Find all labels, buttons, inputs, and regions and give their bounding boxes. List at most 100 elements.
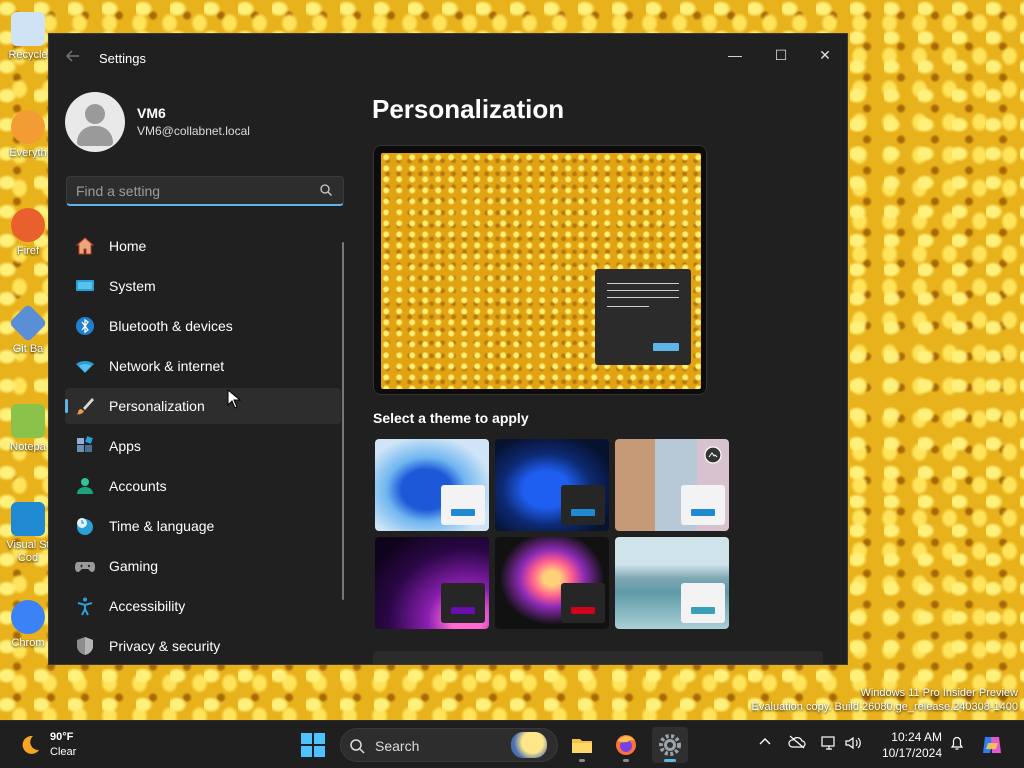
notification-bell-icon[interactable] xyxy=(948,735,966,753)
back-button[interactable] xyxy=(63,48,83,68)
back-arrow-icon xyxy=(66,50,79,62)
running-indicator xyxy=(579,759,585,762)
next-setting-card[interactable] xyxy=(373,651,823,664)
bluetooth-icon xyxy=(76,317,94,335)
avatar xyxy=(65,92,125,152)
clock-globe-icon xyxy=(77,518,93,535)
desktop-icon-label: Git Ba xyxy=(12,343,44,355)
search-icon xyxy=(350,739,365,754)
sidebar-item-system[interactable]: System xyxy=(65,268,341,304)
preview-wallpaper xyxy=(381,153,701,389)
system-clock[interactable]: 10:24 AM 10/17/2024 xyxy=(872,729,942,761)
desktop-icon-firefox[interactable]: Firef xyxy=(4,208,52,257)
mouse-pointer-icon xyxy=(227,389,241,409)
theme-window-sample xyxy=(441,583,485,623)
shield-icon xyxy=(77,637,93,655)
desktop-icon-vscode[interactable]: Visual St Cod xyxy=(4,502,52,565)
settings-search-box[interactable] xyxy=(66,176,344,206)
vscode-icon xyxy=(11,502,45,536)
desktop-icon-notepad[interactable]: Notepa xyxy=(4,404,52,453)
desktop-icon-git-bash[interactable]: Git Ba xyxy=(4,303,52,355)
sidebar-item-accessibility[interactable]: Accessibility xyxy=(65,588,341,624)
firefox-icon xyxy=(11,208,45,242)
sidebar-item-label: Accessibility xyxy=(109,598,186,614)
taskbar-search-box[interactable]: Search xyxy=(340,728,558,762)
recycle-bin-icon xyxy=(11,12,45,46)
theme-accent-bar xyxy=(691,509,715,516)
weather-condition: Clear xyxy=(50,746,77,758)
preview-line xyxy=(607,306,649,307)
sidebar-item-label: Gaming xyxy=(109,558,159,574)
taskbar-search-label: Search xyxy=(375,738,420,754)
search-icon[interactable] xyxy=(319,183,333,197)
windows-start-icon[interactable] xyxy=(297,729,329,761)
sidebar-item-network[interactable]: Network & internet xyxy=(65,348,341,384)
desktop-icon-label: Notepa xyxy=(10,441,46,453)
close-button[interactable]: ✕ xyxy=(805,40,845,70)
home-icon xyxy=(75,237,95,255)
search-highlight-icon xyxy=(511,732,547,758)
desktop-icon-label: Chrom xyxy=(11,637,45,649)
minimize-button[interactable]: — xyxy=(715,40,755,70)
settings-window: Settings — ☐ ✕ VM6 VM6@collabnet.local H… xyxy=(48,33,848,665)
accounts-icon xyxy=(77,478,93,494)
volume-icon[interactable] xyxy=(844,735,862,753)
sidebar-item-label: Personalization xyxy=(109,398,205,414)
theme-preview xyxy=(373,145,707,395)
page-title: Personalization xyxy=(372,94,565,124)
title-bar[interactable]: Settings — ☐ ✕ xyxy=(49,34,847,82)
theme-tile-spotlight[interactable] xyxy=(615,439,729,531)
search-input[interactable] xyxy=(76,182,311,200)
cloud-offline-icon[interactable] xyxy=(788,735,806,753)
taskbar-app-file-explorer[interactable] xyxy=(564,727,600,763)
sidebar-item-bluetooth[interactable]: Bluetooth & devices xyxy=(65,308,341,344)
firefox-icon xyxy=(616,735,636,755)
sidebar-item-privacy-security[interactable]: Privacy & security xyxy=(65,628,341,664)
taskbar-copilot[interactable] xyxy=(974,727,1010,763)
sidebar-item-time-language[interactable]: Time & language xyxy=(65,508,341,544)
desktop-icon-label: Visual St Cod xyxy=(6,539,50,564)
theme-window-sample xyxy=(561,583,605,623)
sidebar-scrollbar[interactable] xyxy=(342,242,344,600)
app-title: Settings xyxy=(99,51,146,66)
sidebar-item-home[interactable]: Home xyxy=(65,228,341,264)
brush-icon xyxy=(76,398,94,415)
system-icon xyxy=(76,280,94,291)
taskbar-app-settings[interactable] xyxy=(652,727,688,763)
theme-tile-windows-light[interactable] xyxy=(375,439,489,531)
taskbar-app-firefox[interactable] xyxy=(608,727,644,763)
theme-tile-windows-dark[interactable] xyxy=(495,439,609,531)
sidebar-item-label: Bluetooth & devices xyxy=(109,318,233,334)
user-account-card[interactable]: VM6 VM6@collabnet.local xyxy=(65,92,335,154)
gamepad-icon xyxy=(75,562,95,572)
sidebar-item-label: Home xyxy=(109,238,147,254)
maximize-button[interactable]: ☐ xyxy=(761,40,801,70)
sidebar-item-personalization[interactable]: Personalization xyxy=(65,388,341,424)
theme-accent-bar xyxy=(571,509,595,516)
moon-icon xyxy=(22,735,39,754)
sidebar-item-label: Time & language xyxy=(109,518,215,534)
theme-accent-bar xyxy=(571,607,595,614)
desktop-icon-everything[interactable]: Everyth xyxy=(4,110,52,159)
wifi-icon xyxy=(76,361,94,373)
running-indicator xyxy=(664,759,676,762)
theme-window-sample xyxy=(681,583,725,623)
sidebar-item-apps[interactable]: Apps xyxy=(65,428,341,464)
desktop-icon-recycle-bin[interactable]: Recycle xyxy=(4,12,52,61)
theme-accent-bar xyxy=(451,509,475,516)
sidebar-item-label: Apps xyxy=(109,438,141,454)
sidebar-item-gaming[interactable]: Gaming xyxy=(65,548,341,584)
preview-line xyxy=(607,297,679,298)
theme-tile-glow[interactable] xyxy=(375,537,489,629)
desktop-icon-label: Firef xyxy=(17,245,39,257)
sidebar-item-accounts[interactable]: Accounts xyxy=(65,468,341,504)
network-icon[interactable] xyxy=(820,735,838,753)
theme-tile-captured-motion[interactable] xyxy=(495,537,609,629)
tray-overflow-chevron-icon[interactable] xyxy=(756,735,774,753)
os-watermark: Windows 11 Pro Insider Preview Evaluatio… xyxy=(752,686,1018,714)
sidebar-item-label: System xyxy=(109,278,156,294)
preview-line xyxy=(607,283,679,284)
desktop-icon-chrome[interactable]: Chrom xyxy=(4,600,52,649)
weather-widget[interactable]: 90°F Clear xyxy=(16,727,136,763)
theme-tile-flow[interactable] xyxy=(615,537,729,629)
